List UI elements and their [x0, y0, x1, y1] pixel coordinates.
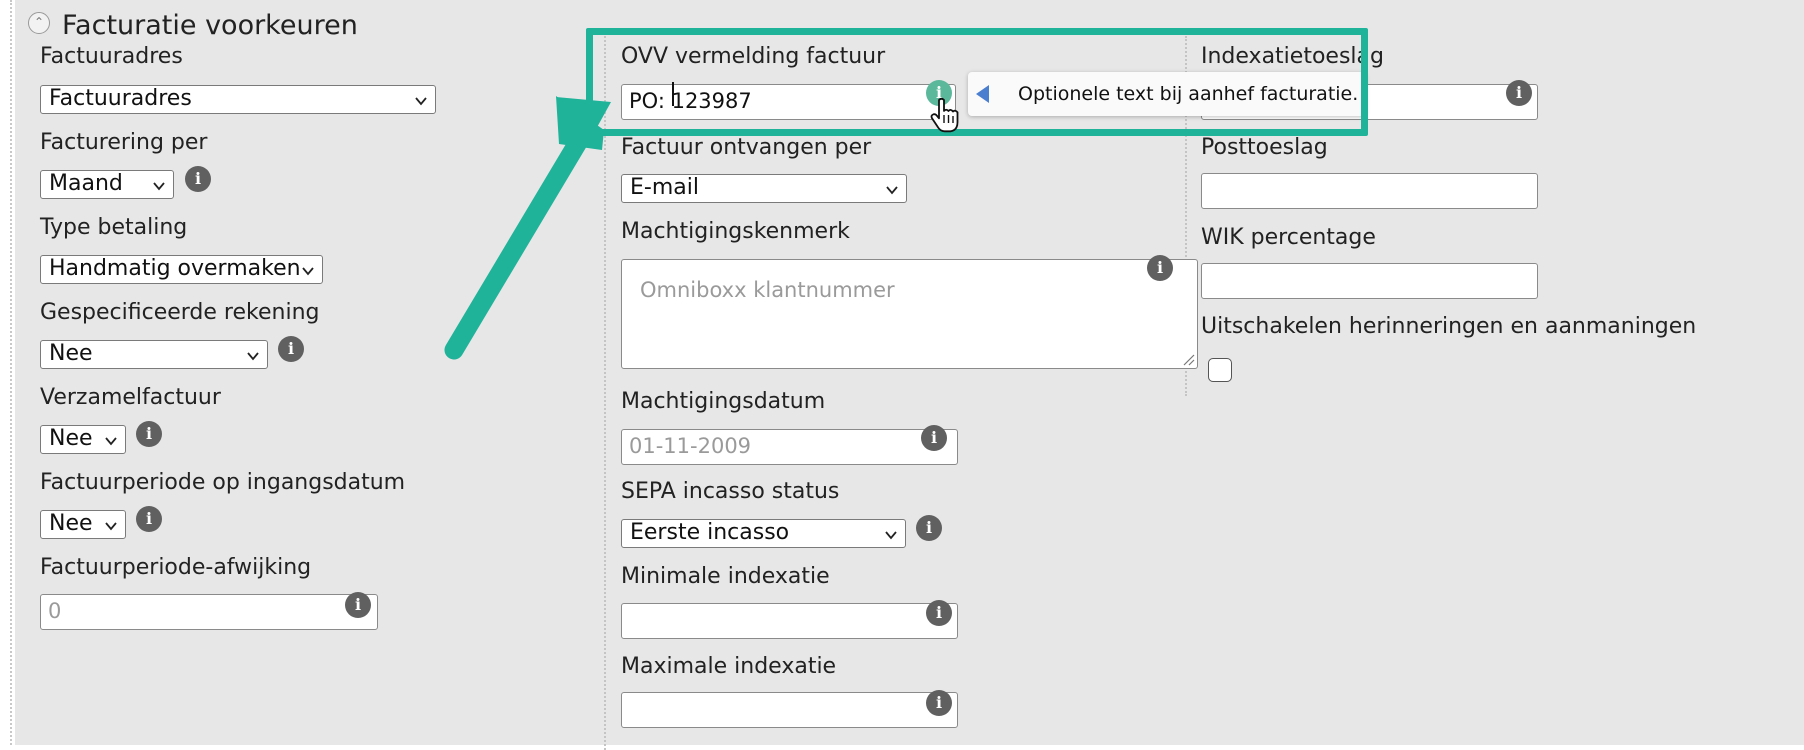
- factuurperiode-ingangsdatum-label: Factuurperiode op ingangsdatum: [40, 470, 406, 495]
- ovv-label: OVV vermelding factuur: [621, 44, 886, 69]
- section-title: Facturatie voorkeuren: [62, 10, 358, 41]
- info-icon[interactable]: i: [926, 690, 952, 716]
- maximale-indexatie-input[interactable]: [621, 692, 958, 728]
- chevron-down-icon: [302, 267, 314, 276]
- verzamelfactuur-value: Nee: [49, 426, 93, 451]
- left-edge-divider: [10, 0, 12, 745]
- minimale-indexatie-label: Minimale indexatie: [621, 564, 830, 589]
- machtigingsdatum-placeholder: 01-11-2009: [629, 434, 752, 458]
- sepa-status-label: SEPA incasso status: [621, 479, 840, 504]
- machtigingsdatum-input[interactable]: 01-11-2009: [621, 429, 958, 465]
- machtigingskenmerk-placeholder: Omniboxx klantnummer: [640, 278, 895, 302]
- info-icon[interactable]: i: [921, 425, 947, 451]
- chevron-down-icon: [415, 97, 427, 106]
- column-divider-1: [604, 36, 606, 750]
- info-icon[interactable]: i: [916, 515, 942, 541]
- maximale-indexatie-label: Maximale indexatie: [621, 654, 837, 679]
- info-icon[interactable]: i: [278, 336, 304, 362]
- factuuradres-label: Factuuradres: [40, 44, 183, 69]
- facturering-per-value: Maand: [49, 171, 123, 196]
- type-betaling-label: Type betaling: [40, 215, 188, 240]
- chevron-down-icon: [105, 437, 117, 446]
- factuurperiode-afwijking-placeholder: 0: [48, 599, 62, 623]
- factuuradres-value: Factuuradres: [49, 86, 192, 111]
- info-icon[interactable]: i: [926, 600, 952, 626]
- gespecificeerde-rekening-select[interactable]: Nee: [40, 340, 268, 369]
- factuurperiode-ingangsdatum-select[interactable]: Nee: [40, 510, 126, 539]
- machtigingskenmerk-textarea[interactable]: Omniboxx klantnummer: [621, 259, 1198, 369]
- tooltip-text: Optionele text bij aanhef facturatie.: [1018, 83, 1359, 105]
- tooltip-pointer: [976, 85, 989, 103]
- info-icon[interactable]: i: [1147, 255, 1173, 281]
- hand-pointer-icon: [930, 97, 959, 133]
- type-betaling-select[interactable]: Handmatig overmaken: [40, 255, 323, 284]
- info-icon[interactable]: i: [345, 592, 371, 618]
- factuurperiode-afwijking-label: Factuurperiode-afwijking: [40, 555, 312, 580]
- verzamelfactuur-select[interactable]: Nee: [40, 425, 126, 454]
- factuur-ontvangen-per-label: Factuur ontvangen per: [621, 135, 872, 160]
- chevron-down-icon: [105, 522, 117, 531]
- posttoeslag-label: Posttoeslag: [1201, 135, 1328, 160]
- wik-percentage-label: WIK percentage: [1201, 225, 1376, 250]
- resize-grip-icon[interactable]: [1181, 352, 1195, 366]
- machtigingsdatum-label: Machtigingsdatum: [621, 389, 826, 414]
- info-icon[interactable]: i: [1506, 80, 1532, 106]
- collapse-icon[interactable]: ⌃: [28, 12, 50, 34]
- type-betaling-value: Handmatig overmaken: [49, 256, 301, 281]
- factuur-ontvangen-per-select[interactable]: E-mail: [621, 174, 907, 203]
- info-icon[interactable]: i: [185, 166, 211, 192]
- ovv-value: 123987: [671, 89, 752, 113]
- facturering-per-select[interactable]: Maand: [40, 170, 174, 199]
- machtigingskenmerk-label: Machtigingskenmerk: [621, 219, 850, 244]
- chevron-down-icon: [885, 531, 897, 540]
- chevron-down-icon: [247, 352, 259, 361]
- indexatietoeslag-label: Indexatietoeslag: [1201, 44, 1384, 69]
- factuurperiode-afwijking-input[interactable]: 0: [40, 594, 378, 630]
- wik-percentage-input[interactable]: [1201, 263, 1538, 299]
- uitschakelen-label: Uitschakelen herinneringen en aanmaninge…: [1201, 314, 1697, 339]
- chevron-down-icon: [886, 186, 898, 195]
- factuuradres-select[interactable]: Factuuradres: [40, 85, 436, 114]
- uitschakelen-checkbox[interactable]: [1208, 358, 1232, 382]
- factuurperiode-ingangsdatum-value: Nee: [49, 511, 93, 536]
- facturering-per-label: Facturering per: [40, 130, 208, 155]
- verzamelfactuur-label: Verzamelfactuur: [40, 385, 221, 410]
- info-icon[interactable]: i: [136, 421, 162, 447]
- minimale-indexatie-input[interactable]: [621, 603, 958, 639]
- text-caret: [672, 82, 674, 106]
- chevron-down-icon: [153, 182, 165, 191]
- info-icon[interactable]: i: [136, 506, 162, 532]
- gespecificeerde-rekening-label: Gespecificeerde rekening: [40, 300, 320, 325]
- sepa-status-select[interactable]: Eerste incasso: [621, 519, 906, 548]
- sepa-status-value: Eerste incasso: [630, 520, 790, 545]
- posttoeslag-input[interactable]: [1201, 173, 1538, 209]
- info-tooltip: Optionele text bij aanhef facturatie.: [968, 72, 1366, 116]
- ovv-prefix: PO:: [629, 89, 672, 113]
- factuur-ontvangen-per-value: E-mail: [630, 175, 699, 200]
- gespecificeerde-rekening-value: Nee: [49, 341, 93, 366]
